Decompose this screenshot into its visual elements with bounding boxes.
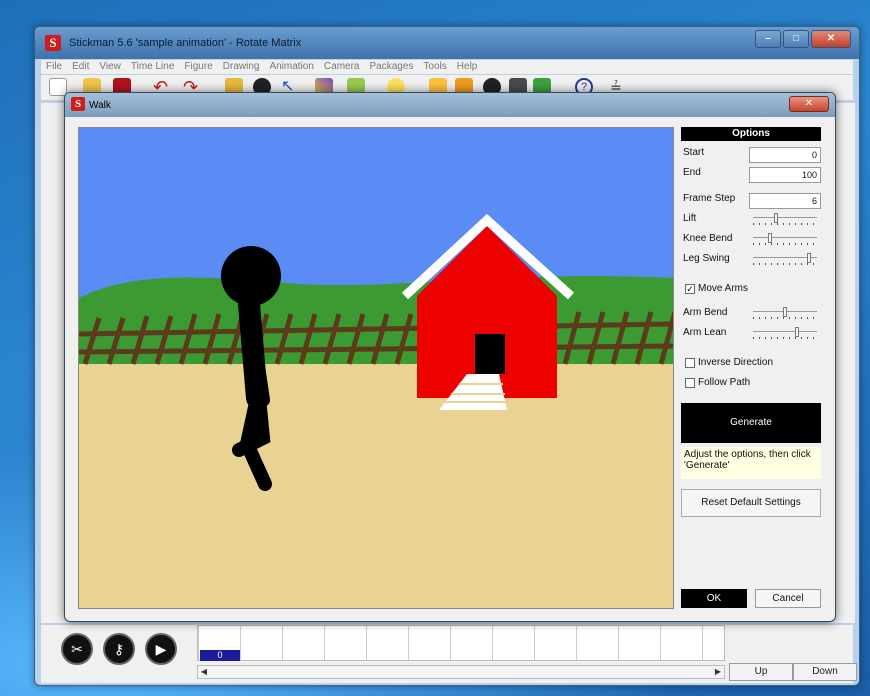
options-header: Options (681, 127, 821, 141)
inverse-direction-checkbox[interactable] (685, 357, 695, 368)
follow-path-row[interactable]: Follow Path (685, 377, 750, 388)
move-arms-label: Move Arms (698, 283, 749, 294)
move-arms-checkbox[interactable]: ✓ (685, 283, 695, 294)
timeline-scrollbar[interactable]: ◀ ▶ (197, 665, 725, 679)
close-button[interactable]: ✕ (811, 30, 851, 48)
scroll-right-icon[interactable]: ▶ (712, 666, 724, 678)
knee-bend-slider[interactable] (753, 233, 817, 247)
slider-thumb[interactable] (774, 213, 778, 223)
ground (79, 364, 673, 608)
preview-scene (79, 128, 673, 608)
arm-lean-slider[interactable] (753, 327, 817, 341)
ok-button[interactable]: OK (681, 589, 747, 608)
end-label: End (683, 167, 701, 178)
down-button[interactable]: Down (793, 663, 857, 681)
end-input[interactable]: 100 (749, 167, 821, 183)
cancel-button[interactable]: Cancel (755, 589, 821, 608)
options-panel: Options Start 0 End 100 Frame Step 6 Lif… (681, 127, 823, 609)
main-window-title: Stickman 5.6 'sample animation' - Rotate… (69, 37, 302, 49)
slider-thumb[interactable] (783, 307, 787, 317)
leg-swing-slider[interactable] (753, 253, 817, 267)
follow-path-checkbox[interactable] (685, 377, 695, 388)
main-title-bar[interactable]: S Stickman 5.6 'sample animation' - Rota… (35, 27, 859, 59)
maximize-button[interactable]: □ (783, 30, 809, 48)
minimize-button[interactable]: – (755, 30, 781, 48)
reset-defaults-button[interactable]: Reset Default Settings (681, 489, 821, 517)
walk-close-button[interactable]: ✕ (789, 96, 829, 112)
walk-title-bar[interactable]: S Walk ✕ (65, 93, 835, 117)
move-arms-row[interactable]: ✓ Move Arms (685, 283, 748, 294)
follow-path-label: Follow Path (698, 377, 751, 388)
menu-view[interactable]: View (94, 60, 126, 74)
menu-edit[interactable]: Edit (67, 60, 94, 74)
slider-thumb[interactable] (768, 233, 772, 243)
scroll-left-icon[interactable]: ◀ (198, 666, 210, 678)
tools-icon[interactable]: ✂ (61, 633, 93, 665)
menu-packages[interactable]: Packages (365, 60, 419, 74)
start-label: Start (683, 147, 705, 158)
frame-step-label: Frame Step (683, 193, 736, 204)
walk-logo-icon: S (71, 97, 85, 111)
menu-animation[interactable]: Animation (264, 60, 318, 74)
generate-button[interactable]: Generate (681, 403, 821, 443)
leg-swing-label: Leg Swing (683, 253, 730, 264)
slider-thumb[interactable] (795, 327, 799, 337)
menu-file[interactable]: File (41, 60, 67, 74)
lift-slider[interactable] (753, 213, 817, 227)
stickman-logo-icon: S (45, 35, 61, 51)
lift-label: Lift (683, 213, 697, 224)
preview-canvas (78, 127, 674, 609)
key-icon[interactable]: ⚷ (103, 633, 135, 665)
menu-tools[interactable]: Tools (418, 60, 451, 74)
play-icon[interactable]: ▶ (145, 633, 177, 665)
menu-drawing[interactable]: Drawing (218, 60, 265, 74)
arm-bend-label: Arm Bend (683, 307, 728, 318)
current-frame-badge: 0 (200, 650, 240, 661)
walk-dialog: S Walk ✕ Options Start 0 End 100 Frame S… (64, 92, 836, 622)
menu-help[interactable]: Help (452, 60, 483, 74)
walk-dialog-title: Walk (89, 100, 111, 111)
arm-lean-label: Arm Lean (683, 327, 727, 338)
slider-thumb[interactable] (807, 253, 811, 263)
menu-time-line[interactable]: Time Line (126, 60, 180, 74)
hint-text: Adjust the options, then click 'Generate… (681, 447, 821, 479)
menu-figure[interactable]: Figure (179, 60, 217, 74)
menu-bar: File Edit View Time Line Figure Drawing … (41, 60, 853, 74)
house-door (475, 334, 505, 374)
timeline-area: ✂ ⚷ ▶ 0 ◀ ▶ Up Down (41, 625, 857, 683)
timeline-frames[interactable]: 0 (197, 625, 725, 661)
menu-camera[interactable]: Camera (319, 60, 365, 74)
start-input[interactable]: 0 (749, 147, 821, 163)
knee-bend-label: Knee Bend (683, 233, 733, 244)
inverse-direction-row[interactable]: Inverse Direction (685, 357, 773, 368)
inverse-direction-label: Inverse Direction (698, 357, 774, 368)
up-button[interactable]: Up (729, 663, 793, 681)
frame-step-input[interactable]: 6 (749, 193, 821, 209)
arm-bend-slider[interactable] (753, 307, 817, 321)
